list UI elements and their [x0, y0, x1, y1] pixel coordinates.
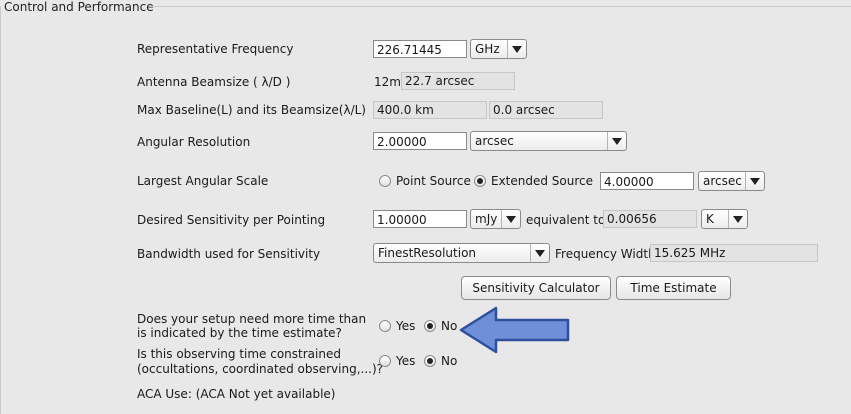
q2-line2: (occultations, coordinated observing,...…: [137, 362, 384, 376]
q2-line1: Is this observing time constrained: [137, 347, 341, 361]
equiv-unit-value: K: [706, 212, 714, 226]
beam-value: 22.7 arcsec: [401, 72, 515, 90]
angres-input[interactable]: 2.00000: [373, 132, 467, 150]
q1-no-radio[interactable]: [424, 320, 436, 332]
arrow-left-icon: [459, 306, 570, 354]
freq-input[interactable]: 226.71445: [373, 40, 467, 58]
las-unit-select[interactable]: arcsec: [698, 171, 765, 191]
las-extended-label: Extended Source: [491, 174, 594, 188]
freq-unit-value: GHz: [475, 42, 500, 56]
bw-select[interactable]: FinestResolution: [373, 243, 550, 263]
angres-unit-select[interactable]: arcsec: [470, 131, 627, 151]
las-unit-value: arcsec: [703, 174, 742, 188]
baseline-arcsec-value: 0.0 arcsec: [489, 101, 603, 119]
panel-border-top: [150, 6, 851, 7]
sens-input[interactable]: 1.00000: [373, 210, 467, 228]
bw-label: Bandwidth used for Sensitivity: [137, 247, 321, 261]
panel-border-left: [0, 6, 1, 414]
equiv-value: 0.00656: [603, 210, 697, 228]
equiv-unit-select[interactable]: K: [701, 209, 748, 229]
chevron-down-icon: [506, 215, 516, 223]
angres-unit-value: arcsec: [475, 134, 514, 148]
freq-label: Representative Frequency: [137, 42, 294, 56]
q1-no-label: No: [441, 319, 458, 333]
freq-unit-select[interactable]: GHz: [470, 39, 527, 59]
q1-line2: is indicated by the time estimate?: [137, 326, 342, 340]
q1-yes-label: Yes: [396, 319, 416, 333]
sens-label: Desired Sensitivity per Pointing: [137, 213, 326, 227]
sens-unit-value: mJy: [475, 212, 498, 226]
panel-title: Control and Performance: [4, 0, 154, 14]
chevron-down-icon: [512, 45, 522, 53]
baseline-label: Max Baseline(L) and its Beamsize(λ/L): [137, 103, 366, 117]
aca-value: (ACA Not yet available): [195, 387, 336, 401]
q2-no-radio[interactable]: [424, 355, 436, 367]
bw-value: FinestResolution: [378, 246, 477, 260]
las-input[interactable]: 4.00000: [600, 172, 694, 190]
q2-yes-label: Yes: [396, 354, 416, 368]
chevron-down-icon: [612, 137, 622, 145]
fw-label: Frequency Width: [555, 247, 656, 261]
angres-label: Angular Resolution: [137, 135, 251, 149]
q1-yes-radio[interactable]: [379, 320, 391, 332]
beam-prefix: 12m: [374, 75, 401, 89]
baseline-km-value: 400.0 km: [373, 101, 487, 119]
aca-label-text: ACA Use:: [137, 387, 192, 401]
q2-yes-radio[interactable]: [379, 355, 391, 367]
time-estimate-button[interactable]: Time Estimate: [616, 276, 731, 300]
chevron-down-icon: [535, 249, 545, 257]
equiv-label: equivalent to: [526, 213, 606, 227]
q1-line1: Does your setup need more time than: [137, 312, 367, 326]
aca-label: ACA Use: (ACA Not yet available): [137, 387, 335, 401]
sensitivity-calculator-button[interactable]: Sensitivity Calculator: [461, 276, 611, 300]
fw-value: 15.625 MHz: [650, 244, 818, 262]
las-extended-radio[interactable]: [474, 175, 486, 187]
las-label: Largest Angular Scale: [137, 174, 269, 188]
q2-no-label: No: [441, 354, 458, 368]
beam-label: Antenna Beamsize ( λ/D ): [137, 75, 291, 89]
las-point-label: Point Source: [396, 174, 471, 188]
las-point-radio[interactable]: [379, 175, 391, 187]
chevron-down-icon: [750, 177, 760, 185]
sens-unit-select[interactable]: mJy: [470, 209, 521, 229]
chevron-down-icon: [733, 215, 743, 223]
